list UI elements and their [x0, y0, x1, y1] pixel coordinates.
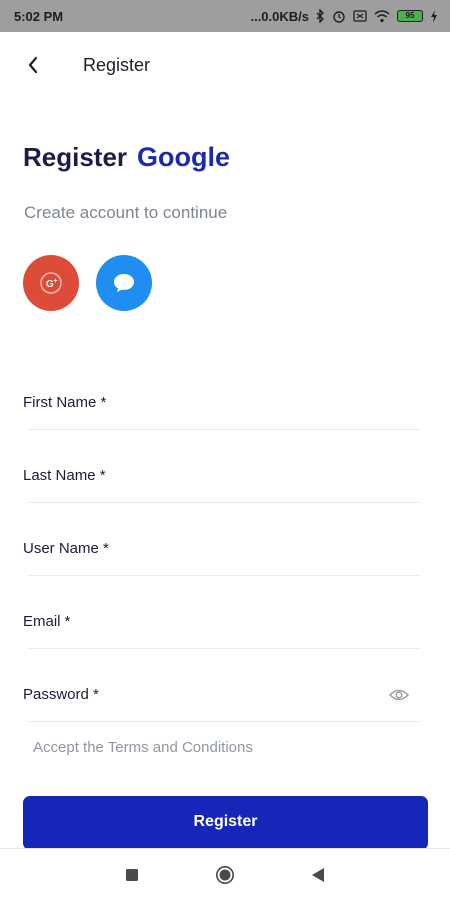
back-button[interactable] [20, 52, 46, 78]
circle-icon [216, 866, 234, 884]
app-bar: Register [0, 32, 450, 98]
last-name-label: Last Name * [23, 467, 106, 484]
heading-brand: Google [137, 142, 231, 172]
status-time: 5:02 PM [14, 8, 64, 24]
register-button[interactable]: Register [23, 796, 428, 850]
first-name-label: First Name * [23, 394, 107, 411]
network-speed: ...0.0KB/s [250, 8, 309, 24]
field-underline [28, 721, 421, 722]
system-nav-bar [0, 848, 450, 900]
chat-bubble-icon [114, 274, 134, 292]
password-label: Password * [23, 686, 99, 703]
field-underline [28, 502, 421, 503]
wifi-icon [374, 9, 390, 23]
status-bar: 5:02 PM ...0.0KB/s 95 [0, 0, 450, 32]
email-label: Email * [23, 613, 71, 630]
svg-text:+: + [54, 278, 58, 285]
field-underline [28, 575, 421, 576]
recents-button[interactable] [122, 865, 142, 885]
terms-link[interactable]: Accept the Terms and Conditions [33, 739, 253, 756]
chat-login-button[interactable] [96, 255, 152, 311]
square-icon [126, 869, 138, 881]
heading-title: Register [23, 142, 128, 172]
page-subtitle: Create account to continue [24, 203, 228, 222]
back-nav-button[interactable] [308, 865, 328, 885]
bluetooth-icon [316, 9, 325, 23]
user-name-field[interactable]: User Name * [23, 528, 421, 576]
page-heading: Register Google [23, 142, 230, 173]
google-plus-icon: G + [40, 272, 62, 294]
field-underline [28, 648, 421, 649]
eye-icon[interactable] [389, 688, 409, 702]
email-field[interactable]: Email * [23, 601, 421, 649]
field-underline [28, 429, 421, 430]
chevron-left-icon [28, 56, 38, 74]
sim-icon [353, 9, 367, 23]
home-button[interactable] [215, 865, 235, 885]
triangle-back-icon [312, 868, 324, 882]
battery-icon: 95 [397, 10, 423, 22]
app-bar-title: Register [83, 55, 151, 75]
user-name-label: User Name * [23, 540, 109, 557]
alarm-icon [332, 9, 346, 23]
last-name-field[interactable]: Last Name * [23, 455, 421, 503]
google-login-button[interactable]: G + [23, 255, 79, 311]
first-name-field[interactable]: First Name * [23, 382, 421, 430]
charging-icon [430, 9, 438, 23]
password-field[interactable]: Password * [23, 674, 421, 722]
status-icons: ...0.0KB/s 95 [250, 9, 438, 24]
